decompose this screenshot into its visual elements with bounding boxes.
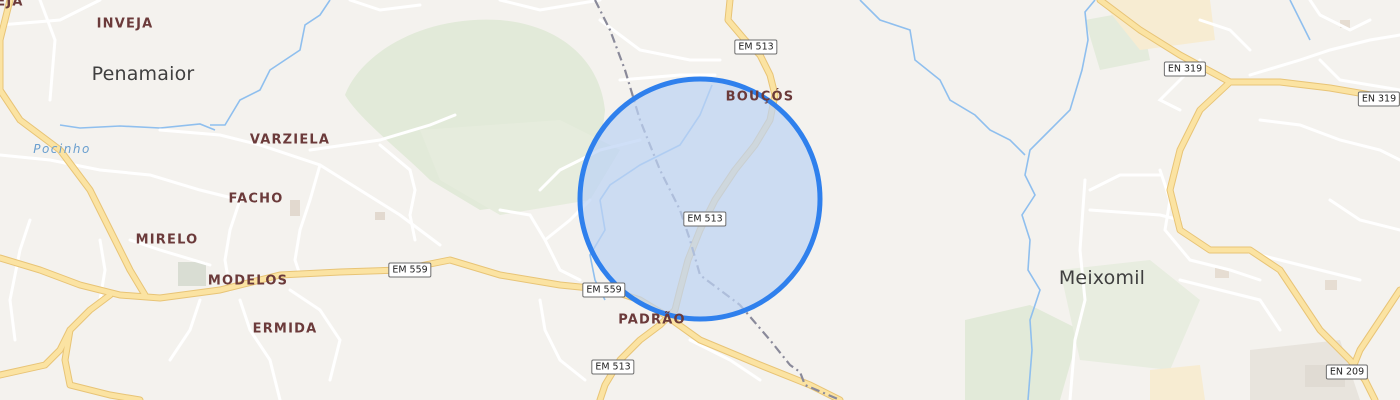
road-shield-em513: EM 513 xyxy=(683,211,727,227)
road-shield-en319: EN 319 xyxy=(1163,61,1207,77)
place-label-varziela[interactable]: VARZIELA xyxy=(250,133,330,148)
place-label-boucos[interactable]: BOUÇÓS xyxy=(726,90,795,105)
place-label-penamaior[interactable]: Penamaior xyxy=(92,63,195,85)
forest-area xyxy=(965,305,1080,400)
road-shield-em513: EM 513 xyxy=(734,39,778,55)
place-label-meixomil[interactable]: Meixomil xyxy=(1059,267,1145,289)
place-label-facho[interactable]: FACHO xyxy=(229,192,284,207)
stream xyxy=(59,123,216,131)
map-view[interactable]: Penamaior Meixomil EJA INVEJA VARZIELA F… xyxy=(0,0,1400,400)
building xyxy=(290,200,300,216)
stream xyxy=(210,0,331,126)
road-shield-em559: EM 559 xyxy=(582,282,626,298)
water-label-pocinho: Pocinho xyxy=(33,142,91,156)
place-label-padrao[interactable]: PADRÃO xyxy=(618,313,686,328)
place-label-modelos[interactable]: MODELOS xyxy=(208,274,288,289)
place-label-ermida[interactable]: ERMIDA xyxy=(253,322,318,337)
place-label-mirelo[interactable]: MIRELO xyxy=(136,233,199,248)
road-shield-en319: EN 319 xyxy=(1357,91,1400,107)
road-shield-em559: EM 559 xyxy=(388,262,432,278)
road-shield-en209: EN 209 xyxy=(1325,364,1369,380)
building xyxy=(178,262,206,286)
building xyxy=(1325,280,1337,290)
road-shield-em513: EM 513 xyxy=(591,359,635,375)
building xyxy=(375,212,385,220)
map-canvas xyxy=(0,0,1400,400)
stream xyxy=(1289,0,1311,41)
place-label-eja[interactable]: EJA xyxy=(0,0,24,10)
stream xyxy=(859,0,1026,156)
industrial-area xyxy=(1150,365,1205,400)
place-label-inveja[interactable]: INVEJA xyxy=(97,17,154,32)
